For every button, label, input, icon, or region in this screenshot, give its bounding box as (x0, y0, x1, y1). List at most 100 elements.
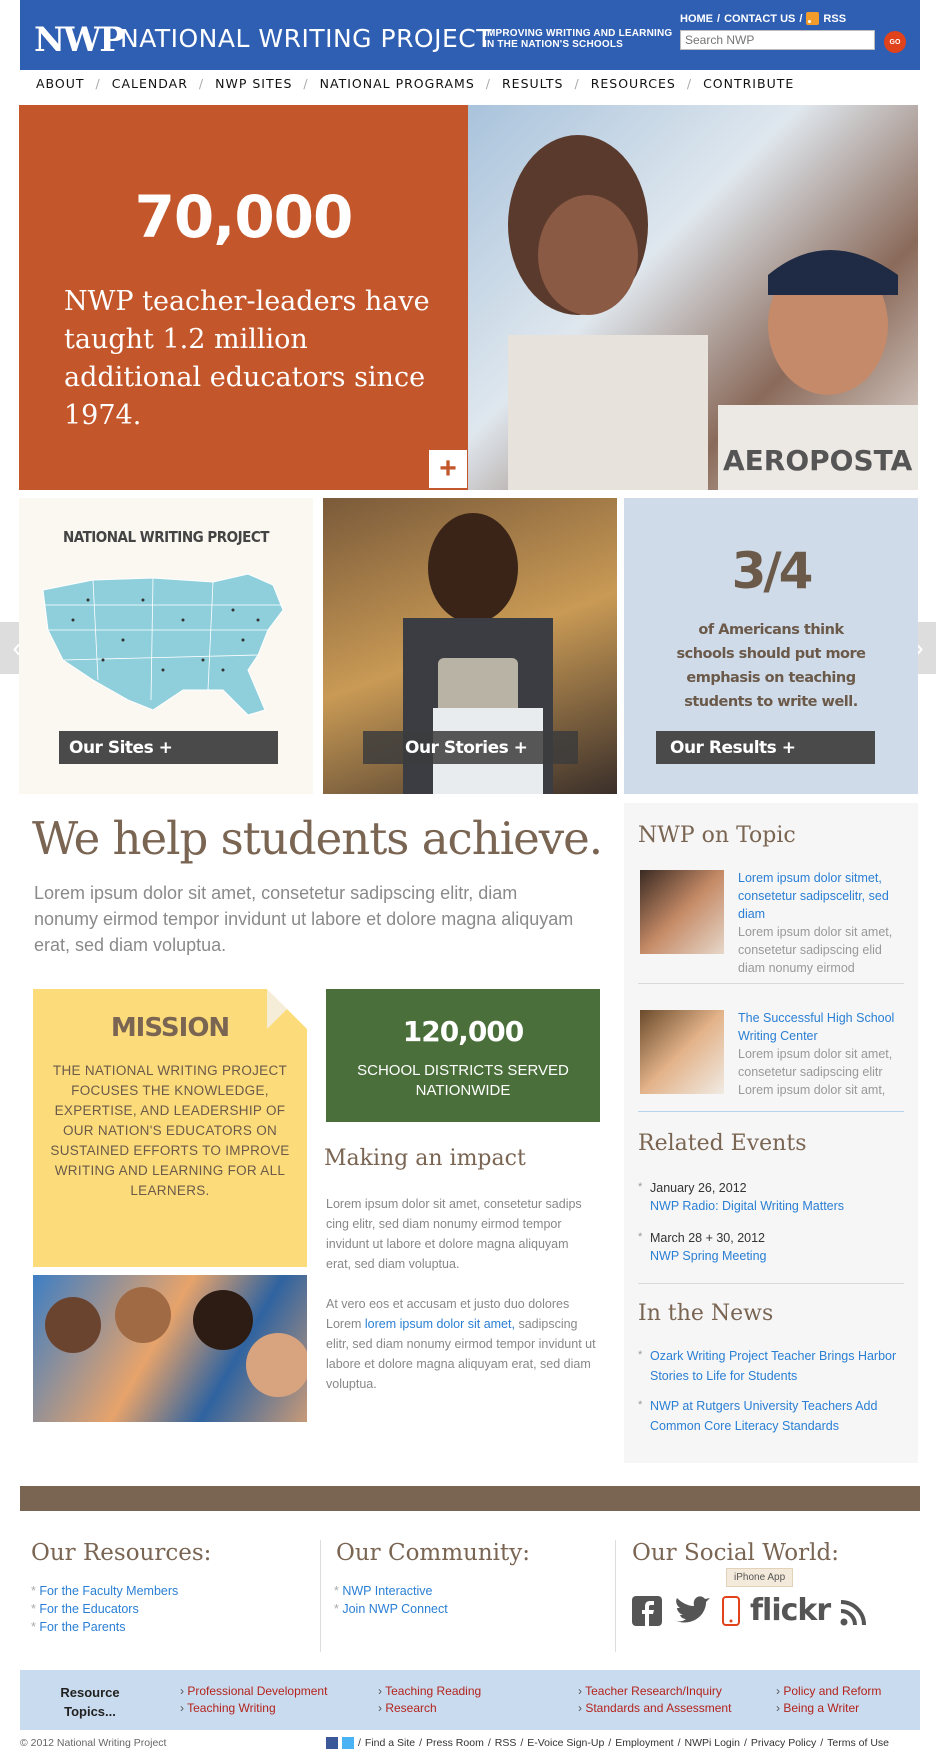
topic-teacher-research[interactable]: Teacher Research/Inquiry (585, 1684, 722, 1698)
topic-desc-2: Lorem ipsum dolor sit amet, consetetur s… (738, 1047, 893, 1097)
topic-research[interactable]: Research (385, 1701, 436, 1715)
bottom-links: / Find a Site / Press Room / RSS / E-Voice S… (326, 1737, 889, 1749)
facebook-mini-icon[interactable] (326, 1737, 338, 1749)
search-input[interactable] (680, 30, 875, 50)
topic-teaching-writing[interactable]: Teaching Writing (187, 1701, 276, 1715)
nav-results[interactable]: RESULTS (502, 76, 563, 91)
tagline: IMPROVING WRITING AND LEARNING IN THE NA… (484, 28, 673, 50)
sites-tile[interactable]: NATIONAL WRITING PROJECT Our Sites + (19, 498, 313, 794)
nav-contribute[interactable]: CONTRIBUTE (703, 76, 794, 91)
nav-nwp-sites[interactable]: NWP SITES (215, 76, 292, 91)
topics-col-3: › Teacher Research/Inquiry › Standards a… (578, 1684, 732, 1715)
footer-link-press-room[interactable]: Press Room (426, 1737, 484, 1749)
topic-thumb-1[interactable] (640, 870, 724, 954)
event-link-1[interactable]: NWP Radio: Digital Writing Matters (650, 1199, 844, 1213)
footer-link-evoice[interactable]: E-Voice Sign-Up (527, 1737, 604, 1749)
impact-title: Making an impact (324, 1146, 526, 1171)
us-map-image (42, 573, 284, 716)
twitter-icon[interactable] (672, 1596, 712, 1626)
event-link-2[interactable]: NWP Spring Meeting (650, 1249, 767, 1263)
copyright: © 2012 National Writing Project (20, 1737, 167, 1749)
top-links: HOME / CONTACT US / RSS (680, 12, 847, 25)
topic-link-1[interactable]: Lorem ipsum dolor sitmet, consetetur sad… (738, 869, 906, 923)
news-title: In the News (638, 1301, 774, 1326)
districts-text: SCHOOL DISTRICTS SERVED NATIONWIDE (357, 1062, 569, 1099)
svg-text:AEROPOSTA: AEROPOSTA (723, 444, 913, 477)
resources-title: Our Resources: (31, 1540, 212, 1566)
contact-link[interactable]: CONTACT US (724, 13, 795, 25)
resource-topics-bar: Resource Topics... › Professional Develo… (20, 1670, 920, 1730)
impact-inline-link[interactable]: lorem ipsum dolor sit amet, (365, 1317, 515, 1331)
community-link-interactive[interactable]: NWP Interactive (342, 1584, 432, 1598)
community-list: * NWP Interactive * Join NWP Connect (334, 1584, 448, 1616)
event-date-2: March 28 + 30, 2012 (650, 1231, 766, 1245)
mission-text: THE NATIONAL WRITING PROJECT FOCUSES THE… (50, 1063, 290, 1198)
hero-stat-panel: 70,000 NWP teacher-leaders have taught 1… (19, 105, 468, 490)
hero-photo: AEROPOSTA (468, 105, 918, 490)
results-text: of Americans think schools should put mo… (676, 622, 867, 710)
topic-policy-reform[interactable]: Policy and Reform (783, 1684, 881, 1698)
resource-topics-title: Resource Topics... (60, 1685, 120, 1719)
results-tile[interactable]: 3/4 of Americans think schools should pu… (624, 498, 918, 794)
mission-card: MISSION THE NATIONAL WRITING PROJECT FOC… (33, 989, 307, 1267)
nwp-logo[interactable]: NWP (34, 20, 125, 60)
topic-teaching-reading[interactable]: Teaching Reading (385, 1684, 481, 1698)
news-link-1[interactable]: Ozark Writing Project Teacher Brings Har… (650, 1346, 900, 1386)
impact-paragraph-2: At vero eos et accusam et justo duo dolo… (326, 1297, 596, 1391)
nav-calendar[interactable]: CALENDAR (112, 76, 188, 91)
topics-col-4: › Policy and Reform › Being a Writer (776, 1684, 882, 1715)
footer-link-employment[interactable]: Employment (615, 1737, 673, 1749)
topic-thumb-2[interactable] (640, 1010, 724, 1094)
nav-about[interactable]: ABOUT (36, 76, 85, 91)
rss-feed-icon[interactable] (840, 1600, 867, 1626)
topic-title: NWP on Topic (638, 823, 796, 848)
footer-link-rss[interactable]: RSS (495, 1737, 517, 1749)
footer-divider-bar (20, 1486, 920, 1511)
topics-col-1: › Professional Development › Teaching Wr… (180, 1684, 328, 1715)
hero-banner: 70,000 NWP teacher-leaders have taught 1… (19, 105, 918, 490)
topic-desc-1: Lorem ipsum dolor sit amet, consetetur s… (738, 925, 893, 975)
page-headline: We help students achieve. (32, 812, 603, 865)
nav-national-programs[interactable]: NATIONAL PROGRAMS (320, 76, 475, 91)
footer-link-nwpi-login[interactable]: NWPi Login (685, 1737, 740, 1749)
community-link-connect[interactable]: Join NWP Connect (342, 1602, 447, 1616)
hero-number: 70,000 (134, 183, 354, 251)
nav-resources[interactable]: RESOURCES (591, 76, 676, 91)
footer-link-privacy[interactable]: Privacy Policy (751, 1737, 816, 1749)
events-title: Related Events (638, 1131, 807, 1156)
hero-expand-button[interactable]: + (429, 450, 467, 488)
our-results-button[interactable]: Our Results + (656, 731, 875, 764)
topic-link-2[interactable]: The Successful High School Writing Cente… (738, 1009, 906, 1045)
site-title[interactable]: NATIONAL WRITING PROJECT (120, 24, 492, 53)
resource-link-parents[interactable]: For the Parents (39, 1620, 125, 1634)
mission-title: MISSION (110, 1013, 230, 1043)
sidebar: NWP on Topic Lorem ipsum dolor sitmet, c… (624, 803, 918, 1463)
topic-being-a-writer[interactable]: Being a Writer (783, 1701, 859, 1715)
event-date-1: January 26, 2012 (650, 1181, 747, 1195)
our-sites-button[interactable]: Our Sites + (59, 731, 278, 764)
topic-professional-development[interactable]: Professional Development (187, 1684, 327, 1698)
resource-link-faculty[interactable]: For the Faculty Members (39, 1584, 178, 1598)
impact-paragraph-1: Lorem ipsum dolor sit amet, consetetur s… (326, 1197, 582, 1271)
search-go-button[interactable]: GO (884, 31, 906, 53)
topic-standards-assessment[interactable]: Standards and Assessment (585, 1701, 731, 1715)
stories-tile[interactable]: Our Stories + (323, 498, 617, 794)
iphone-icon[interactable] (722, 1596, 740, 1626)
news-link-2[interactable]: NWP at Rutgers University Teachers Add C… (650, 1396, 900, 1436)
iphone-app-tooltip: iPhone App (726, 1568, 794, 1587)
resource-link-educators[interactable]: For the Educators (39, 1602, 138, 1616)
resources-list: * For the Faculty Members * For the Educ… (31, 1584, 179, 1634)
our-stories-button[interactable]: Our Stories + (363, 731, 578, 764)
facebook-icon[interactable] (632, 1596, 662, 1626)
twitter-mini-icon[interactable] (342, 1737, 354, 1749)
results-stat: 3/4 (731, 542, 814, 600)
footer-link-find-site[interactable]: Find a Site (365, 1737, 415, 1749)
rss-link[interactable]: RSS (823, 13, 846, 25)
social-title: Our Social World: (632, 1540, 839, 1566)
intro-text: Lorem ipsum dolor sit amet, consetetur s… (34, 883, 574, 955)
footer-link-terms[interactable]: Terms of Use (827, 1737, 889, 1749)
rss-icon[interactable] (806, 12, 820, 25)
home-link[interactable]: HOME (680, 13, 713, 25)
flickr-icon[interactable]: flickr (750, 1596, 831, 1626)
main-nav: ABOUT / CALENDAR / NWP SITES / NATIONAL PRO… (36, 76, 795, 91)
